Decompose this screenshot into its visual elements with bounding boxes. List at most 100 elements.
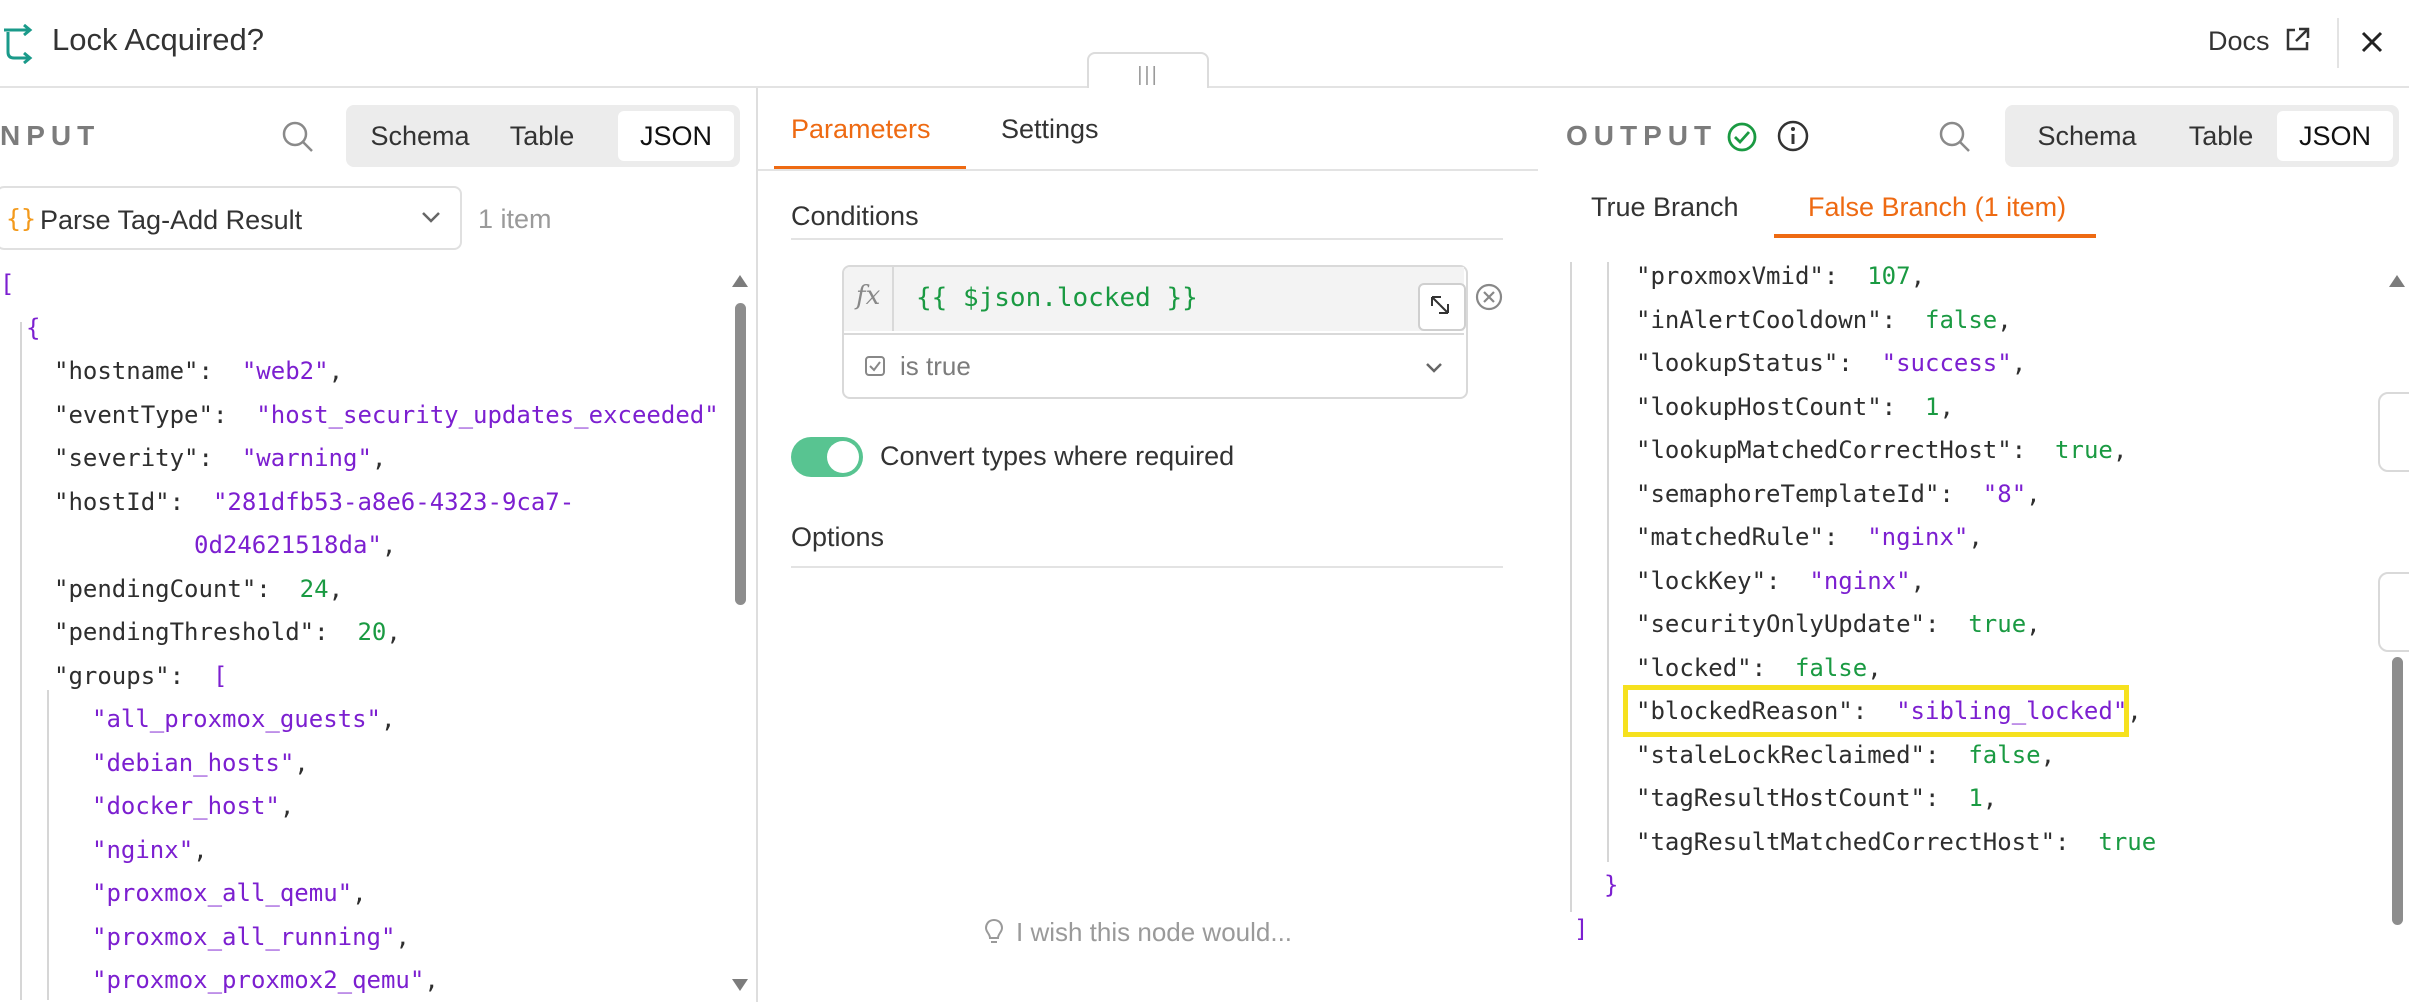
options-label[interactable]: Options	[791, 522, 884, 553]
json-punct: ,	[2127, 697, 2142, 725]
condition-expression-input[interactable]: {{ $json.locked }}	[894, 267, 1464, 331]
json-key: "lookupHostCount":	[1636, 392, 1897, 421]
json-value: 1	[1968, 784, 1983, 812]
json-punct: ,	[279, 792, 295, 820]
json-line: "semaphoreTemplateId": "8",	[1636, 480, 2041, 508]
json-key: "lookupMatchedCorrectHost":	[1636, 436, 2027, 464]
input-json-tab[interactable]: JSON	[618, 111, 734, 161]
json-key: "severity":	[54, 444, 213, 472]
json-punct: ,	[1982, 784, 1998, 812]
output-schema-tab[interactable]: Schema	[2011, 111, 2163, 161]
feedback-link[interactable]: I wish this node would...	[1016, 917, 1292, 948]
zoom-in-button[interactable]	[2378, 392, 2409, 472]
json-value: 24	[299, 574, 329, 603]
conditions-label: Conditions	[791, 201, 919, 231]
tab-false-branch[interactable]: False Branch (1 item)	[1808, 192, 2066, 223]
active-branch-indicator	[1774, 234, 2096, 238]
scroll-up-arrow[interactable]	[732, 275, 748, 287]
json-line: 0d24621518da",	[194, 531, 396, 559]
json-punct: ,	[352, 879, 367, 907]
json-array-close: ]	[1574, 914, 1589, 943]
json-line: "pendingCount": 24,	[54, 575, 343, 603]
condition-expression: {{ $json.locked }}	[916, 283, 1198, 313]
condition-operator-select[interactable]: is true	[844, 333, 1464, 397]
output-label: OUTPUT	[1566, 120, 1718, 151]
json-punct: ,	[424, 966, 439, 994]
json-key: "eventType":	[54, 400, 228, 429]
node-title[interactable]: Lock Acquired?	[52, 22, 264, 58]
json-punct: ,	[294, 748, 309, 777]
tab-settings[interactable]: Settings	[1001, 114, 1099, 145]
json-line: "lookupStatus": "success",	[1636, 349, 2026, 377]
chevron-down-icon	[1426, 363, 1442, 373]
json-key: "tagResultHostCount":	[1636, 784, 1940, 812]
json-array-item: "debian_hosts"	[92, 748, 295, 777]
zoom-out-button[interactable]	[2378, 572, 2409, 652]
json-line: "eventType": "host_security_updates_exce…	[54, 401, 720, 429]
tab-parameters[interactable]: Parameters	[791, 114, 931, 145]
scroll-down-arrow[interactable]	[732, 979, 748, 991]
json-line: "all_proxmox_guests",	[92, 705, 395, 733]
panel-drag-handle[interactable]: |||	[1087, 52, 1209, 90]
convert-types-toggle[interactable]	[791, 437, 863, 477]
success-check-icon	[1727, 122, 1757, 152]
json-key: "hostname":	[54, 357, 213, 385]
expand-editor-button[interactable]	[1418, 283, 1466, 331]
input-item-count: 1 item	[478, 204, 552, 234]
remove-condition-icon[interactable]	[1474, 282, 1504, 312]
scroll-thumb[interactable]	[2392, 657, 2403, 925]
json-punct: ,	[380, 705, 396, 733]
output-json-tab[interactable]: JSON	[2277, 111, 2393, 161]
input-node-select[interactable]: {} Parse Tag-Add Result	[0, 186, 462, 250]
json-line: "hostId": "281dfb53-a8e6-4323-9ca7-	[54, 488, 574, 516]
expression-fx-icon: fx	[844, 267, 894, 331]
json-indent-guide	[1570, 262, 1572, 912]
search-icon[interactable]	[1938, 120, 1972, 154]
json-punct: ,	[2026, 610, 2041, 638]
json-key: "inAlertCooldown":	[1636, 305, 1897, 334]
input-schema-tab[interactable]: Schema	[352, 111, 488, 161]
docs-link[interactable]: Docs	[2208, 26, 2270, 57]
json-punct: ,	[371, 444, 387, 472]
json-value: false	[1794, 653, 1868, 682]
json-key: "groups":	[54, 661, 185, 690]
scroll-up-arrow[interactable]	[2389, 275, 2405, 287]
toggle-knob	[827, 441, 859, 473]
search-icon[interactable]	[281, 120, 315, 154]
output-table-tab[interactable]: Table	[2165, 111, 2277, 161]
json-key: "hostId":	[54, 487, 185, 516]
scroll-thumb[interactable]	[735, 303, 746, 605]
highlighted-field-box	[1623, 685, 2129, 737]
json-array-item: "proxmox_proxmox2_qemu"	[92, 966, 425, 994]
input-node-name: Parse Tag-Add Result	[40, 205, 303, 235]
tab-true-branch[interactable]: True Branch	[1591, 192, 1739, 223]
json-value: true	[2055, 436, 2113, 464]
branch-node-icon	[4, 24, 33, 64]
json-line: "securityOnlyUpdate": true,	[1636, 610, 2041, 638]
json-array-item: "proxmox_all_qemu"	[92, 879, 353, 907]
json-line: "locked": false,	[1636, 654, 1882, 682]
json-indent-guide	[47, 690, 49, 1000]
json-line: "nginx",	[92, 836, 208, 864]
json-line: "matchedRule": "nginx",	[1636, 523, 1983, 551]
expand-icon	[1431, 296, 1449, 314]
json-key: "tagResultMatchedCorrectHost":	[1636, 827, 2070, 856]
output-json-view: "proxmoxVmid": 107, "inAlertCooldown": fa…	[1560, 262, 2380, 962]
external-link-icon[interactable]	[2283, 26, 2311, 54]
options-divider	[791, 566, 1503, 568]
json-punct: ,	[2026, 479, 2041, 508]
close-icon[interactable]	[2358, 28, 2386, 56]
json-value: 0d24621518da"	[194, 531, 382, 559]
json-line: "tagResultMatchedCorrectHost": true	[1636, 828, 2156, 856]
conditions-divider	[791, 238, 1503, 240]
input-table-tab[interactable]: Table	[488, 111, 596, 161]
json-line: "lookupHostCount": 1,	[1636, 393, 1954, 421]
json-line: "lookupMatchedCorrectHost": true,	[1636, 436, 2127, 464]
info-icon[interactable]	[1776, 119, 1810, 153]
drag-grip-icon: |||	[1137, 64, 1159, 86]
code-braces-icon: {}	[6, 204, 37, 233]
json-punct: ,	[2040, 740, 2056, 769]
json-punct: ,	[2112, 436, 2128, 464]
json-punct: ,	[719, 401, 720, 429]
input-scrollbar[interactable]	[732, 275, 748, 995]
